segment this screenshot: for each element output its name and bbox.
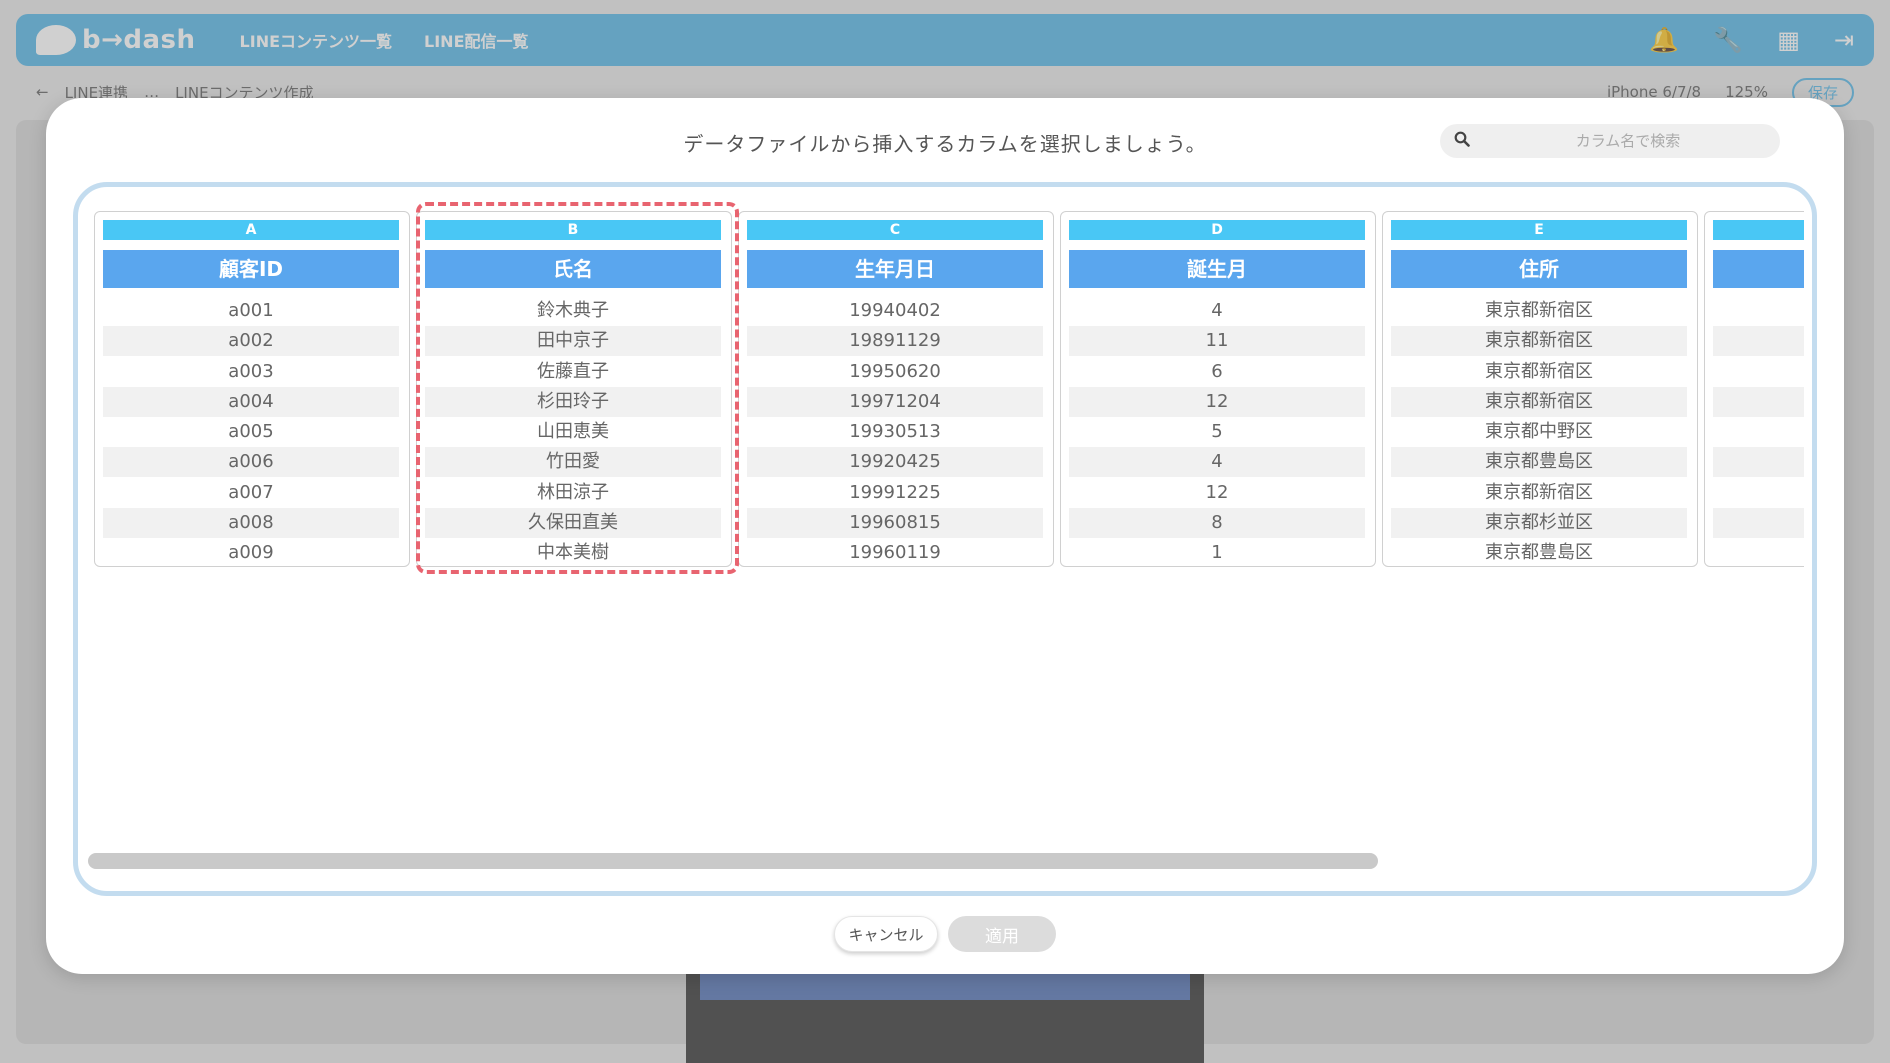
column-cell: 12 xyxy=(1205,481,1229,503)
column-values: 東京都新宿区 東京都新宿区 東京都新宿区 東京都新宿区 東京都中野区 東京都豊島区 東京都新… xyxy=(1391,296,1687,569)
data-column-e[interactable]: E 住所 東京都新宿区 東京都新宿区 東京都新宿区 東京都新宿区 東京都中野区 東京都豊島区東… xyxy=(1382,211,1698,567)
column-cell: a002 xyxy=(103,326,399,357)
column-cell: 19971204 xyxy=(747,386,1043,417)
column-values: 4 11 6 12 5 4 12 8 1 xyxy=(1069,296,1365,569)
column-header[interactable]: 住所 xyxy=(1391,250,1687,288)
column-header[interactable] xyxy=(1713,250,1804,288)
column-cell: 1 xyxy=(1211,542,1223,564)
column-cell: 19940402 xyxy=(849,300,941,321)
column-cell: c xyxy=(1713,478,1804,508)
column-cell: a xyxy=(1713,538,1804,568)
column-cell: a006 xyxy=(103,447,399,478)
data-column-a[interactable]: A 顧客ID a001 a002 a003 a004 a005 a006 a007 a008 a00… xyxy=(94,211,410,567)
column-cell: a001 xyxy=(228,300,274,321)
column-cell: 19930513 xyxy=(849,421,941,443)
column-cell: 19950620 xyxy=(849,360,941,382)
data-column-c[interactable]: C 生年月日 19940402 19891129 19950620 19971204 199… xyxy=(738,211,1054,567)
column-cell: 19960815 xyxy=(747,508,1043,539)
column-letter: E xyxy=(1391,220,1687,240)
column-cell: 19960119 xyxy=(849,542,941,564)
column-header[interactable]: 誕生月 xyxy=(1069,250,1365,288)
column-cell: 佐藤直子 xyxy=(537,360,609,382)
column-cell: 4 xyxy=(1211,300,1223,321)
column-header[interactable]: 顧客ID xyxy=(103,250,399,288)
column-cell: 19991225 xyxy=(849,481,941,503)
column-letter xyxy=(1713,220,1804,240)
column-letter: C xyxy=(747,220,1043,240)
data-column-d[interactable]: D 誕生月 4 11 6 12 5 4 12 8 1 xyxy=(1060,211,1376,567)
column-values: abblblblcc1a xyxy=(1713,296,1804,569)
horizontal-scrollbar[interactable] xyxy=(88,853,1802,869)
column-cell: b xyxy=(1713,326,1804,357)
column-cell: 東京都豊島区 xyxy=(1485,542,1593,564)
column-cell: 山田恵美 xyxy=(537,421,609,443)
column-select-modal: データファイルから挿入するカラムを選択しましょう。 A顧客IDa001a002a… xyxy=(46,98,1844,974)
data-column-b[interactable]: B 氏名鈴木典子田中京子佐藤直子杉田玲子山田恵美竹田愛林田涼子久保田直美中本美樹 xyxy=(416,211,732,567)
column-cell: 東京都新宿区 xyxy=(1485,360,1593,382)
column-values: 鈴木典子田中京子佐藤直子杉田玲子山田恵美竹田愛林田涼子久保田直美中本美樹 xyxy=(425,296,721,569)
column-header[interactable]: 生年月日 xyxy=(747,250,1043,288)
column-cell: 杉田玲子 xyxy=(425,386,721,417)
column-cell: 田中京子 xyxy=(425,326,721,357)
column-cell: a005 xyxy=(228,421,274,443)
data-column-partial[interactable]: abblblblcc1a xyxy=(1704,211,1804,567)
column-cell: 19891129 xyxy=(747,326,1043,357)
column-cell: 鈴木典子 xyxy=(537,300,609,321)
column-cell: 東京都新宿区 xyxy=(1391,386,1687,417)
search-input[interactable] xyxy=(1488,132,1768,150)
column-cell: 12 xyxy=(1069,386,1365,417)
column-cell: 1 xyxy=(1713,508,1804,539)
column-letter: D xyxy=(1069,220,1365,240)
column-cell: 5 xyxy=(1211,421,1223,443)
column-cell: 久保田直美 xyxy=(425,508,721,539)
column-cell: a009 xyxy=(228,542,274,564)
column-cell: 東京都新宿区 xyxy=(1485,300,1593,321)
column-cell: 19920425 xyxy=(747,447,1043,478)
column-cell: 東京都中野区 xyxy=(1485,421,1593,443)
column-cell: a xyxy=(1713,296,1804,326)
scrollbar-thumb[interactable] xyxy=(88,853,1378,869)
column-header[interactable]: 氏名 xyxy=(425,250,721,288)
column-cell: 11 xyxy=(1069,326,1365,357)
column-cell: a004 xyxy=(103,386,399,417)
column-cell: 東京都豊島区 xyxy=(1391,447,1687,478)
cancel-button[interactable]: キャンセル xyxy=(834,916,938,952)
search-icon xyxy=(1454,131,1474,152)
column-cell: bl xyxy=(1713,386,1804,417)
apply-button[interactable]: 適用 xyxy=(948,916,1056,952)
column-cell: 竹田愛 xyxy=(425,447,721,478)
column-cell: 8 xyxy=(1069,508,1365,539)
column-letter: B xyxy=(425,220,721,240)
column-cell: 6 xyxy=(1211,360,1223,382)
column-cell: a008 xyxy=(103,508,399,539)
column-cell: bl xyxy=(1713,357,1804,387)
column-cell: c xyxy=(1713,447,1804,478)
column-cell: a003 xyxy=(228,360,274,382)
column-cell: a007 xyxy=(228,481,274,503)
column-search xyxy=(1440,124,1780,158)
column-values: 19940402 19891129 19950620 19971204 19930513… xyxy=(747,296,1043,569)
column-cell: 東京都新宿区 xyxy=(1391,326,1687,357)
data-table-frame: A 顧客ID a001 a002 a003 a004 a005 a006 a007 a008 a00… xyxy=(73,182,1817,896)
column-letter: A xyxy=(103,220,399,240)
column-cell: 東京都杉並区 xyxy=(1391,508,1687,539)
column-cell: 4 xyxy=(1069,447,1365,478)
column-cell: bl xyxy=(1713,417,1804,447)
data-columns: A 顧客ID a001 a002 a003 a004 a005 a006 a007 a008 a00… xyxy=(94,211,1804,577)
column-cell: 林田涼子 xyxy=(537,481,609,503)
column-values: a001 a002 a003 a004 a005 a006 a007 a008 a009 xyxy=(103,296,399,569)
column-cell: 東京都新宿区 xyxy=(1485,481,1593,503)
column-cell: 中本美樹 xyxy=(537,542,609,564)
